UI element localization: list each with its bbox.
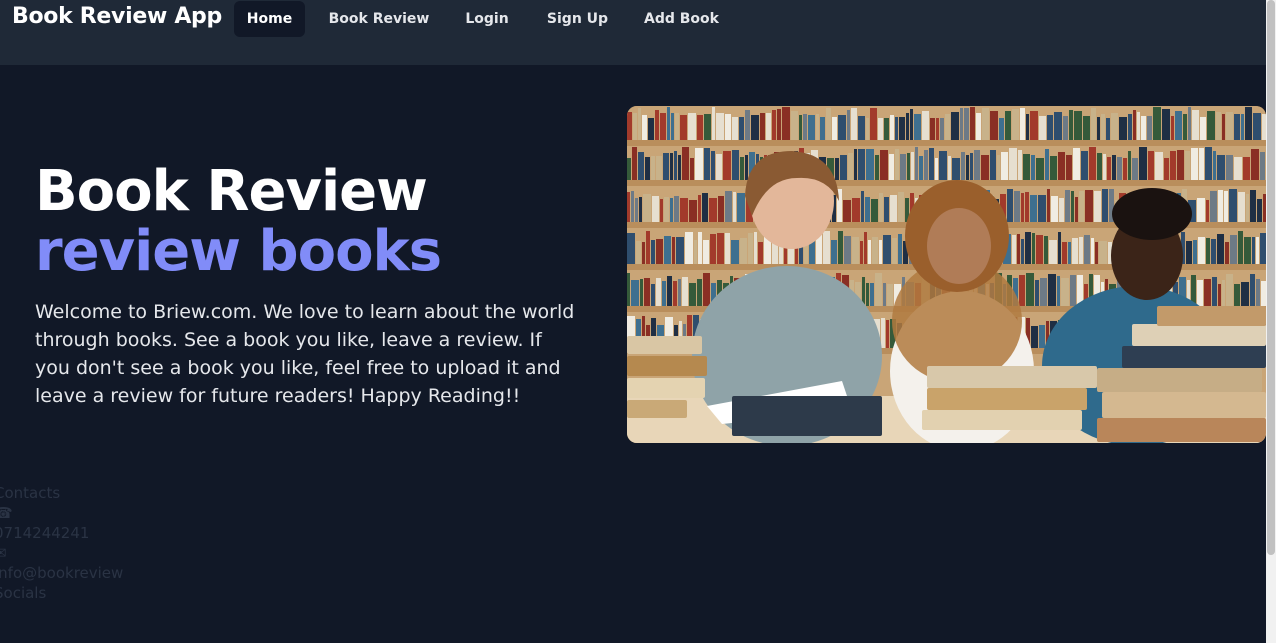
hero-title: Book Review bbox=[35, 159, 428, 224]
page-scrollbar[interactable] bbox=[1266, 0, 1276, 643]
nav-home[interactable]: Home bbox=[234, 1, 305, 37]
nav-add-book[interactable]: Add Book bbox=[637, 1, 726, 37]
phone-icon: ☎ bbox=[0, 504, 13, 522]
mail-icon: ✉ bbox=[0, 544, 7, 562]
socials-heading: Socials bbox=[0, 584, 47, 602]
contacts-section: Contacts ☎ 0714244241 ✉ info@bookreview … bbox=[0, 483, 123, 603]
hero-image bbox=[627, 106, 1266, 443]
scrollbar-thumb[interactable] bbox=[1267, 0, 1275, 555]
nav-book-review[interactable]: Book Review bbox=[325, 1, 433, 37]
contact-phone[interactable]: 0714244241 bbox=[0, 523, 123, 543]
contact-email[interactable]: info@bookreview bbox=[0, 563, 123, 583]
hero-description: Welcome to Briew.com. We love to learn a… bbox=[35, 301, 575, 407]
nav-sign-up[interactable]: Sign Up bbox=[541, 1, 614, 37]
contacts-heading: Contacts bbox=[0, 484, 61, 502]
library-students-illustration bbox=[627, 106, 1266, 443]
navbar: Book Review App Home Book Review Login S… bbox=[0, 0, 1266, 65]
hero-subtitle: review books bbox=[35, 219, 442, 284]
brand-logo[interactable]: Book Review App bbox=[12, 4, 222, 29]
nav-login[interactable]: Login bbox=[455, 1, 519, 37]
